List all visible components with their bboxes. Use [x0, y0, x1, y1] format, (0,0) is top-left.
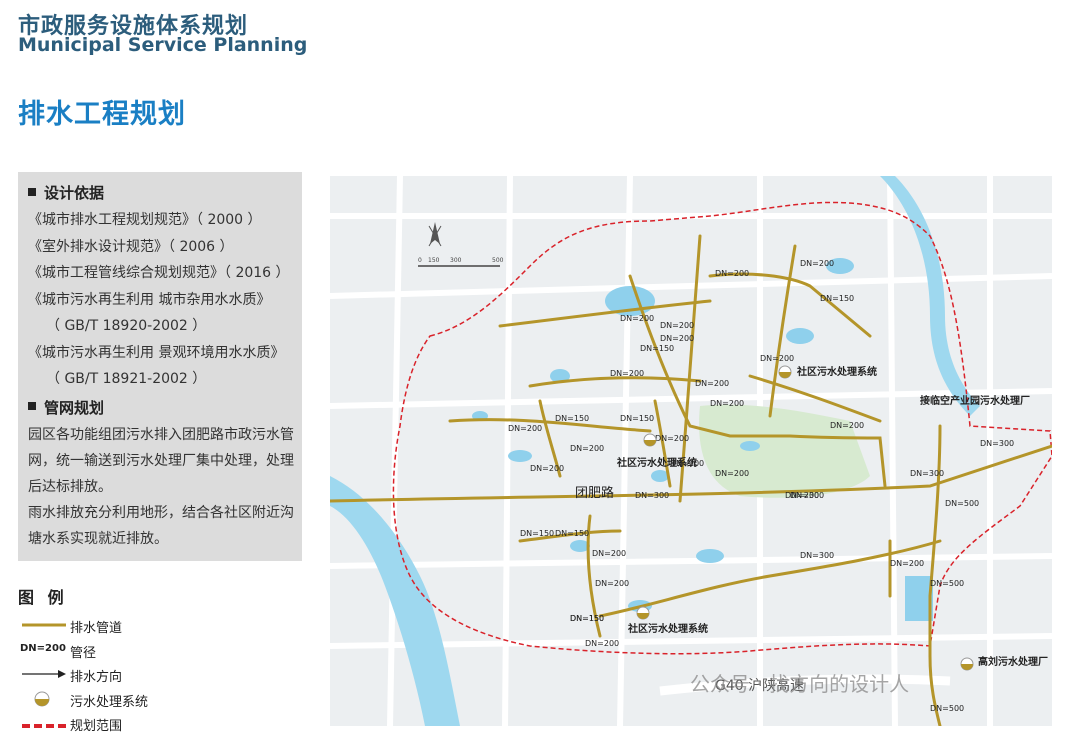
scale-tick: 0 [418, 257, 422, 264]
legend-item-treatment: 污水处理系统 [18, 688, 318, 713]
info-panel: 设计依据 《城市排水工程规划规范》（ 2000 ） 《室外排水设计规范》（ 20… [18, 172, 302, 561]
pipe-diameter-label: DN=150 [555, 414, 589, 423]
pipe-diameter-label: DN=200 [800, 259, 834, 268]
map-canvas: DN=200 DN=200 DN=150 DN=200 DN=200 DN=15… [330, 176, 1052, 726]
pipe-diameter-label: DN=200 [660, 321, 694, 330]
pipe-diameter-label: DN=150 [555, 529, 589, 538]
pipe-diameter-label: DN=200 [530, 464, 564, 473]
treatment-plant-icon [34, 691, 50, 706]
arrow-right-icon [22, 670, 66, 678]
watermark: 公众号 · 找方向的设计人 [690, 672, 909, 696]
pipe-diameter-label: DN=300 [635, 491, 669, 500]
bullet-square-icon [28, 187, 36, 196]
pipe-line-icon [22, 623, 66, 627]
network-heading: 管网规划 [28, 397, 294, 418]
pipe-diameter-label: DN=300 [910, 469, 944, 478]
pipe-diameter-label: DN=150 [570, 614, 604, 623]
pipe-diameter-label: DN=300 [800, 551, 834, 560]
treatment-plant-icon [778, 365, 792, 379]
basis-line: 《城市排水工程规划规范》（ 2000 ） [28, 212, 262, 228]
treatment-plant-icon [636, 606, 650, 620]
drainage-map: DN=200 DN=200 DN=150 DN=200 DN=200 DN=15… [330, 176, 1052, 726]
pipe-diameter-label: DN=200 [715, 269, 749, 278]
basis-line: 《城市污水再生利用 景观环境用水水质》 [28, 344, 285, 361]
bullet-square-icon [28, 402, 36, 410]
legend-label: 排水管道 [70, 621, 123, 636]
network-paragraph-2: 雨水排放充分利用地形，结合各社区附近沟塘水系实现就近排放。 [28, 504, 294, 547]
legend-label: 规划范围 [70, 719, 123, 734]
basis-heading-text: 设计依据 [44, 184, 105, 202]
legend-item-pipe: 排水管道 [18, 614, 318, 639]
pipe-diameter-label: DN=200 [760, 354, 794, 363]
facility-label: 社区污水处理系统 [796, 365, 877, 378]
pipe-diameter-label: DN=200 [508, 424, 542, 433]
legend-title: 图 例 [18, 588, 68, 607]
pipe-diameter-label: DN=200 [710, 399, 744, 408]
pipe-diameter-label: DN=200 [595, 579, 629, 588]
legend-item-direction: 排水方向 [18, 663, 318, 688]
pipe-diameter-label: DN=200 [715, 469, 749, 478]
legend-label: 管径 [70, 645, 97, 661]
pipe-diameter-label: DN=200 [830, 421, 864, 430]
facility-label: 社区污水处理系统 [627, 622, 708, 635]
legend-item-diameter: DN=200 管径 [18, 639, 318, 664]
basis-line: 《城市工程管线综合规划规范》（ 2016 ） [28, 265, 290, 281]
section-title: 排水工程规划 [18, 99, 186, 130]
pipe-diameter-label: DN=150 [520, 529, 554, 538]
basis-heading: 设计依据 [28, 182, 294, 203]
legend-label: 排水方向 [70, 670, 123, 685]
pipe-diameter-label: DN=200 [610, 369, 644, 378]
basis-line: 《室外排水设计规范》（ 2006 ） [28, 238, 234, 255]
pipe-diameter-label: DN=200 [592, 549, 626, 558]
pipe-diameter-label: DN=150 [820, 294, 854, 303]
facility-label: 接临空产业园污水处理厂 [920, 394, 1030, 407]
legend: 图 例 排水管道 DN=200 管径 排水方向 污水处理系统 规划范围 [18, 584, 318, 737]
scale-tick: 150 [428, 257, 440, 264]
basis-line: （ GB/T 18921-2002 ） [46, 371, 207, 387]
pipe-diameter-label: DN=200 [695, 379, 729, 388]
header-title-en: Municipal Service Planning [18, 34, 308, 56]
pipe-diameter-label: DN=200 [655, 434, 689, 443]
scale-tick: 500 [492, 257, 504, 264]
facility-label: 高刘污水处理厂 [978, 655, 1048, 668]
road-label-tuanfei: 团肥路 [575, 485, 614, 501]
dn-sample-text: DN=200 [20, 642, 66, 654]
facility-label: 社区污水处理系统 [616, 456, 697, 469]
pipe-diameter-label: DN=200 [890, 559, 924, 568]
pipe-diameter-label: DN=300 [790, 491, 824, 500]
pipe-diameter-label: DN=200 [570, 444, 604, 453]
legend-item-boundary: 规划范围 [18, 712, 318, 737]
pipe-diameter-label: DN=500 [930, 579, 964, 588]
basis-line: （ GB/T 18920-2002 ） [46, 318, 207, 334]
boundary-dashed-icon [22, 724, 66, 728]
pipe-diameter-label: DN=300 [980, 439, 1014, 448]
network-paragraph-1: 园区各功能组团污水排入团肥路市政污水管网，统一输送到污水处理厂集中处理，处理后达… [28, 426, 294, 495]
treatment-plant-icon [960, 657, 974, 671]
pipe-diameter-label: DN=150 [640, 344, 674, 353]
pipe-diameter-label: DN=200 [660, 334, 694, 343]
scale-tick: 300 [450, 257, 462, 264]
treatment-plant-icon [643, 433, 657, 447]
pipe-diameter-label: DN=500 [930, 704, 964, 713]
pipe-diameter-label: DN=500 [945, 499, 979, 508]
network-heading-text: 管网规划 [44, 398, 105, 417]
pipe-diameter-label: DN=150 [620, 414, 654, 423]
pipe-diameter-label: DN=200 [585, 639, 619, 648]
pipe-diameter-label: DN=200 [620, 314, 654, 323]
legend-label: 污水处理系统 [70, 694, 149, 710]
basis-line: 《城市污水再生利用 城市杂用水水质》 [28, 291, 271, 308]
